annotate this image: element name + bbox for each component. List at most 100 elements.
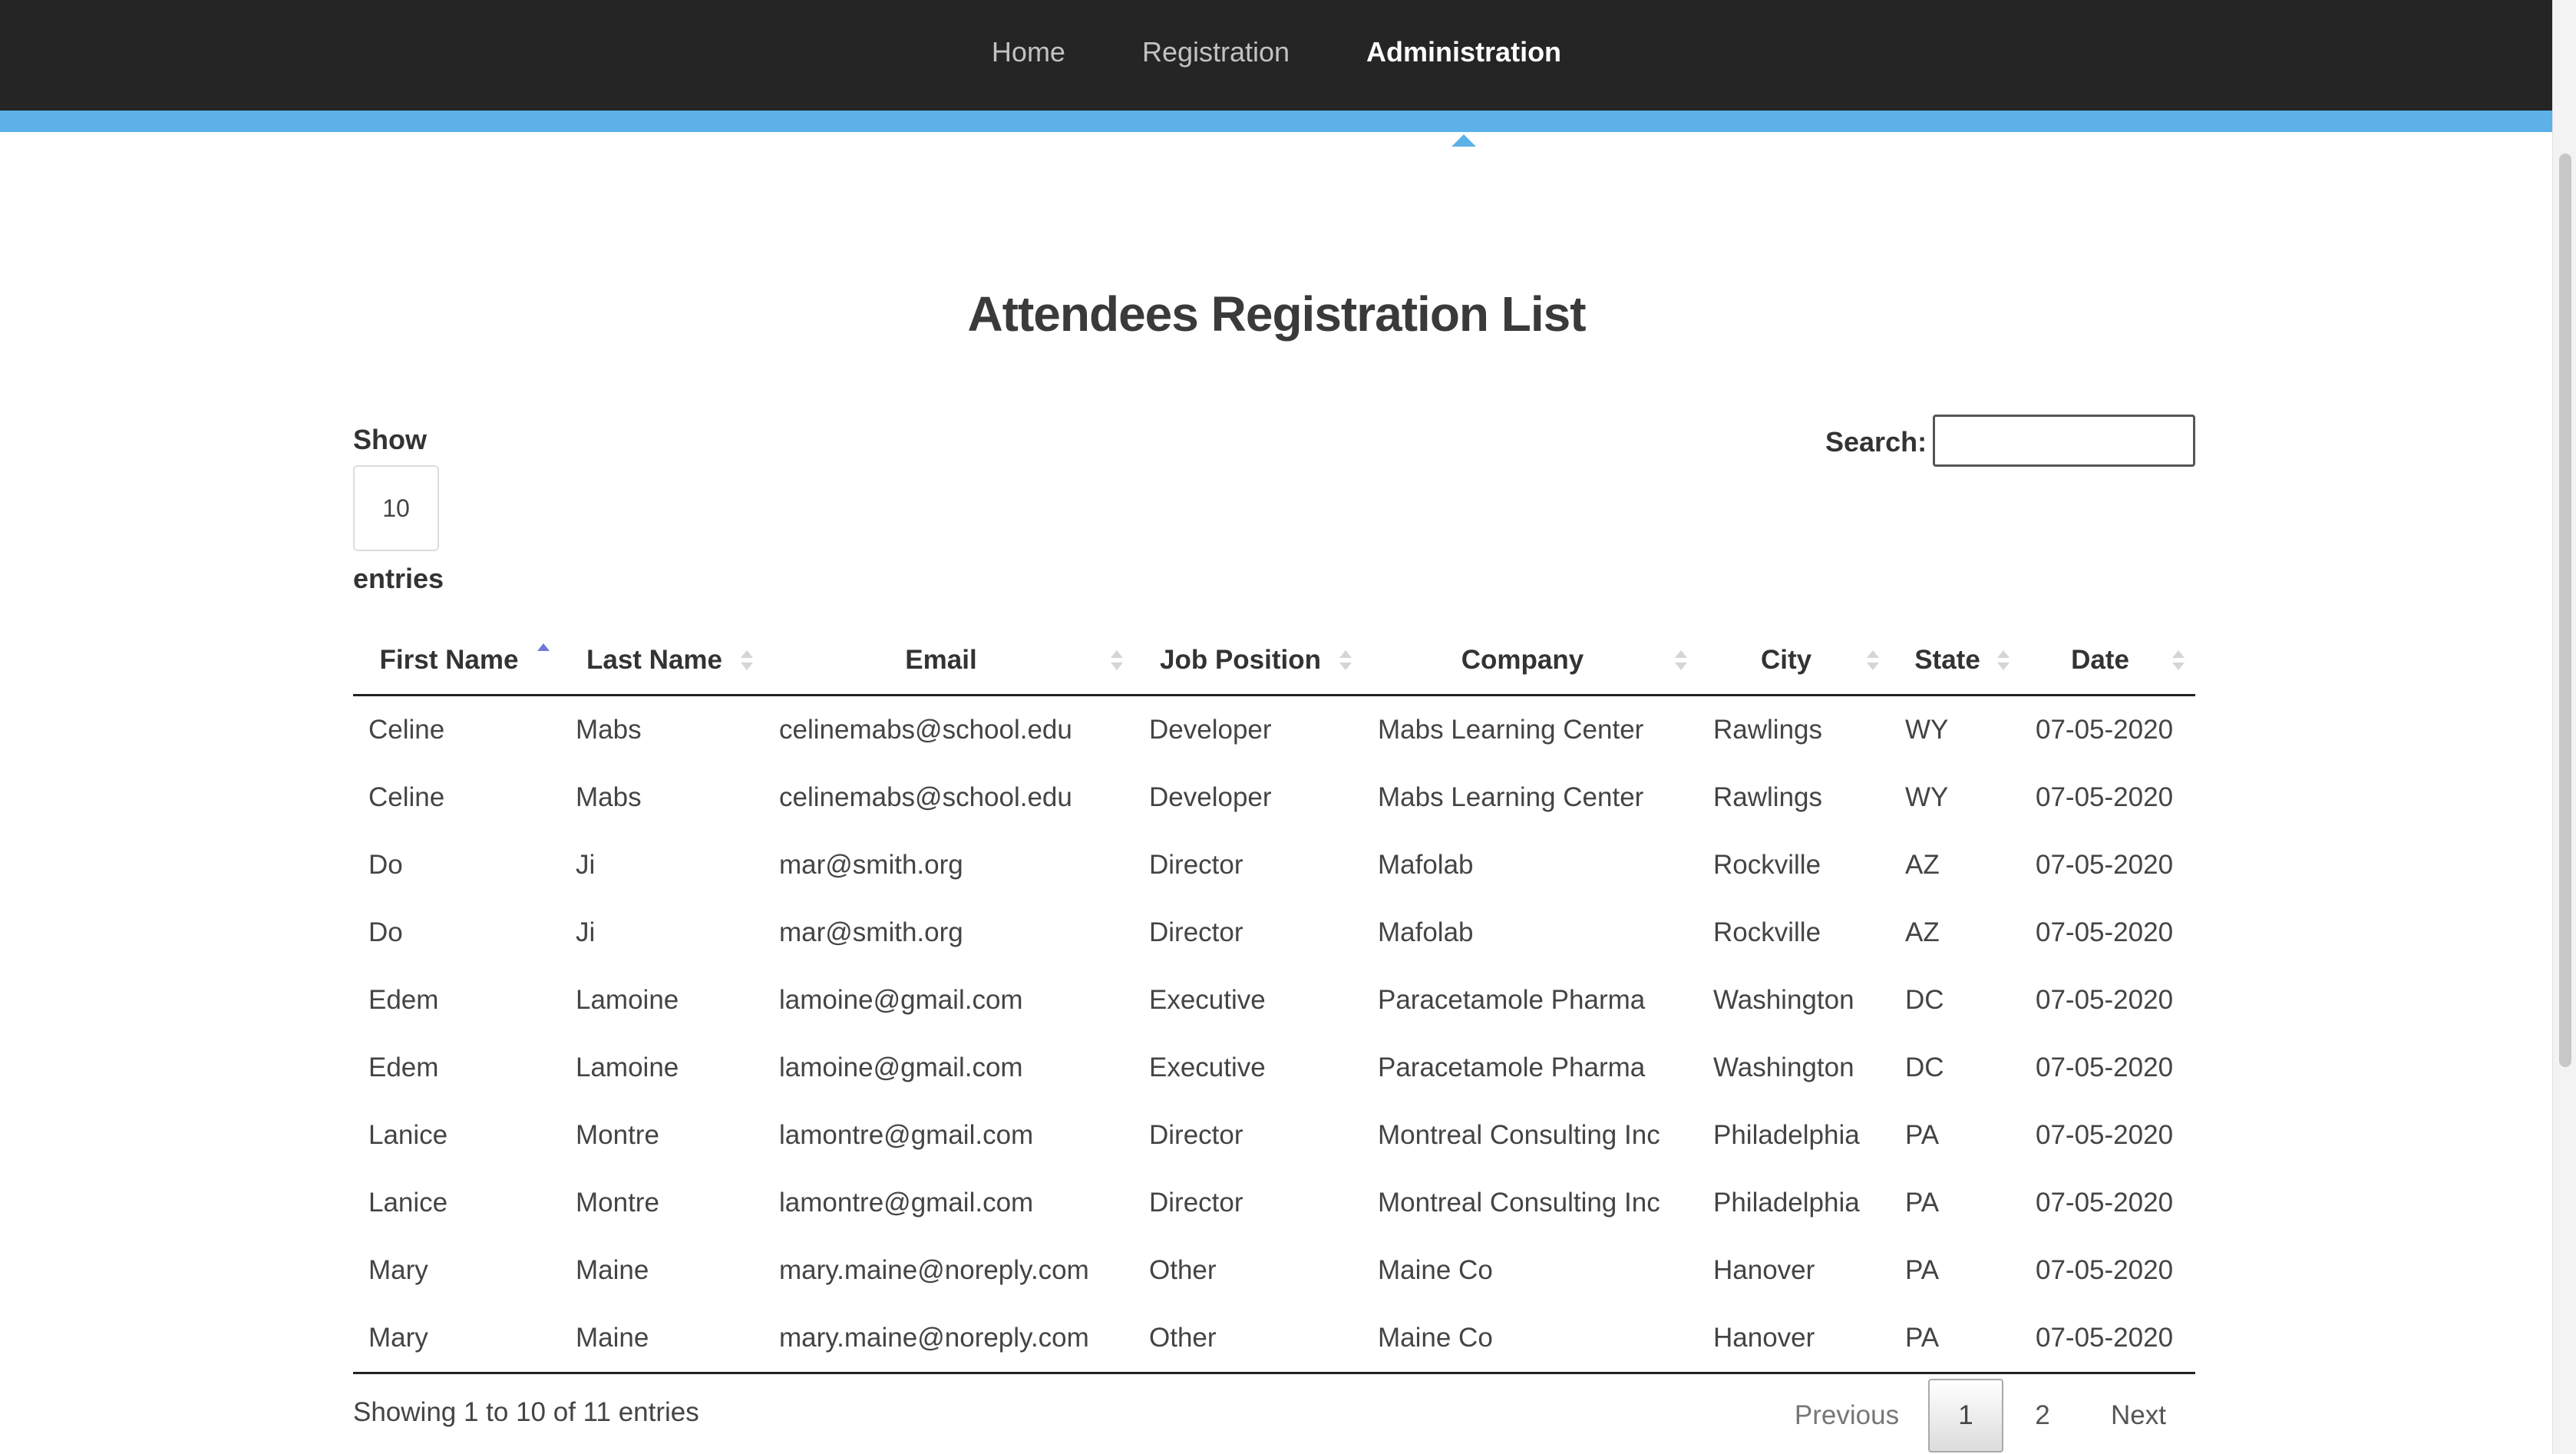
company-cell: Mafolab xyxy=(1378,917,1474,947)
company-cell: Mabs Learning Center xyxy=(1378,782,1644,812)
column-header-label: Company xyxy=(1461,645,1584,675)
column-header-state[interactable]: State xyxy=(1890,626,2020,696)
entries-per-page-select[interactable]: 10 xyxy=(353,465,439,551)
first-name-cell: Lanice xyxy=(368,1188,448,1218)
job-position-cell: Developer xyxy=(1149,715,1272,745)
column-header-last-name[interactable]: Last Name xyxy=(560,626,764,696)
column-header-label: Date xyxy=(2071,645,2129,675)
table-row: Edem Lamoine lamoine@gmail.com Executive Par… xyxy=(353,1034,2195,1102)
pagination-page-2-button[interactable]: 2 xyxy=(2013,1379,2072,1452)
company-cell: Maine Co xyxy=(1378,1255,1493,1285)
email-cell: lamoine@gmail.com xyxy=(779,1052,1023,1082)
table-row: Do Ji mar@smith.org Director Mafolab Rockvill… xyxy=(353,831,2195,899)
last-name-cell: Montre xyxy=(576,1120,659,1150)
search-label: Search: xyxy=(1825,426,1927,458)
date-cell: 07-05-2020 xyxy=(2036,1188,2174,1218)
pagination-previous-button[interactable]: Previous xyxy=(1779,1379,1914,1452)
city-cell: Hanover xyxy=(1713,1255,1815,1285)
state-cell: AZ xyxy=(1905,850,1940,880)
nav-administration-link[interactable]: Administration xyxy=(1366,36,1562,147)
column-header-label: Last Name xyxy=(586,645,723,675)
sort-both-icon xyxy=(2172,650,2185,670)
nav-accent-bar xyxy=(0,111,2553,132)
column-header-label: Email xyxy=(905,645,977,675)
date-cell: 07-05-2020 xyxy=(2036,715,2174,745)
email-cell: mar@smith.org xyxy=(779,917,963,947)
column-header-date[interactable]: Date xyxy=(2020,626,2195,696)
first-name-cell: Celine xyxy=(368,715,445,745)
date-cell: 07-05-2020 xyxy=(2036,985,2174,1015)
table-body: Celine Mabs celinemabs@school.edu Developer… xyxy=(353,696,2195,1374)
top-navbar: Home Registration Administration xyxy=(0,0,2553,147)
first-name-cell: Do xyxy=(368,850,403,880)
show-label: Show xyxy=(353,424,427,455)
state-cell: AZ xyxy=(1905,917,1940,947)
sort-both-icon xyxy=(1997,650,2010,670)
date-cell: 07-05-2020 xyxy=(2020,1304,2195,1374)
sort-both-icon xyxy=(1675,650,1687,670)
email-cell: mary.maine@noreply.com xyxy=(779,1255,1089,1285)
nav-registration-link[interactable]: Registration xyxy=(1142,36,1290,74)
column-header-email[interactable]: Email xyxy=(764,626,1134,696)
column-header-city[interactable]: City xyxy=(1698,626,1890,696)
date-cell: 07-05-2020 xyxy=(2036,1120,2174,1150)
company-cell: Maine Co xyxy=(1362,1304,1698,1374)
email-cell: lamontre@gmail.com xyxy=(779,1188,1034,1218)
page-title: Attendees Registration List xyxy=(967,286,1586,342)
email-cell: mar@smith.org xyxy=(779,850,963,880)
column-header-first-name[interactable]: First Name xyxy=(353,626,560,696)
state-cell: PA xyxy=(1905,1255,1940,1285)
sort-both-icon xyxy=(1867,650,1879,670)
last-name-cell: Lamoine xyxy=(576,1052,679,1082)
sort-ascending-icon xyxy=(537,643,550,663)
date-cell: 07-05-2020 xyxy=(2036,850,2174,880)
table-row: Lanice Montre lamontre@gmail.com Director Mo… xyxy=(353,1102,2195,1169)
first-name-cell: Celine xyxy=(368,782,445,812)
first-name-cell: Edem xyxy=(368,985,439,1015)
nav-administration-label: Administration xyxy=(1366,36,1562,68)
nav-home-link[interactable]: Home xyxy=(992,36,1065,74)
email-cell: lamontre@gmail.com xyxy=(779,1120,1034,1150)
table-row: Edem Lamoine lamoine@gmail.com Executive Par… xyxy=(353,967,2195,1034)
page-scrollbar[interactable] xyxy=(2552,0,2576,1454)
first-name-cell: Mary xyxy=(353,1304,560,1374)
state-cell: DC xyxy=(1905,985,1944,1015)
pagination-page-1-button[interactable]: 1 xyxy=(1928,1379,2003,1452)
column-header-job-position[interactable]: Job Position xyxy=(1134,626,1362,696)
entries-per-page-value: 10 xyxy=(382,494,410,522)
last-name-cell: Ji xyxy=(576,850,596,880)
city-cell: Rockville xyxy=(1713,917,1821,947)
sort-both-icon xyxy=(1339,650,1352,670)
email-cell: lamoine@gmail.com xyxy=(779,985,1023,1015)
search-input[interactable] xyxy=(1933,415,2195,467)
attendees-table: First Name Last Name Email Job Position … xyxy=(353,626,2195,1374)
job-position-cell: Executive xyxy=(1149,1052,1266,1082)
email-cell: celinemabs@school.edu xyxy=(779,715,1072,745)
company-cell: Paracetamole Pharma xyxy=(1378,985,1646,1015)
state-cell: DC xyxy=(1905,1052,1944,1082)
city-cell: Rockville xyxy=(1713,850,1821,880)
pagination-next-button[interactable]: Next xyxy=(2085,1379,2192,1452)
table-row: Do Ji mar@smith.org Director Mafolab Rockvill… xyxy=(353,899,2195,967)
job-position-cell: Executive xyxy=(1149,985,1266,1015)
column-header-company[interactable]: Company xyxy=(1362,626,1698,696)
city-cell: Hanover xyxy=(1698,1304,1890,1374)
last-name-cell: Ji xyxy=(576,917,596,947)
entries-label: entries xyxy=(353,563,444,594)
job-position-cell: Director xyxy=(1149,850,1243,880)
scrollbar-thumb[interactable] xyxy=(2559,154,2571,1067)
city-cell: Washington xyxy=(1713,1052,1854,1082)
company-cell: Montreal Consulting Inc xyxy=(1378,1120,1660,1150)
last-name-cell: Mabs xyxy=(576,782,642,812)
first-name-cell: Lanice xyxy=(368,1120,448,1150)
date-cell: 07-05-2020 xyxy=(2036,917,2174,947)
table-header-row: First Name Last Name Email Job Position … xyxy=(353,626,2195,696)
table-row: Lanice Montre lamontre@gmail.com Director Mo… xyxy=(353,1169,2195,1237)
state-cell: PA xyxy=(1905,1120,1940,1150)
city-cell: Philadelphia xyxy=(1713,1188,1860,1218)
table-row: Celine Mabs celinemabs@school.edu Developer… xyxy=(353,696,2195,765)
job-position-cell: Other xyxy=(1134,1304,1362,1374)
first-name-cell: Mary xyxy=(368,1255,428,1285)
sort-both-icon xyxy=(1111,650,1123,670)
date-cell: 07-05-2020 xyxy=(2036,1255,2174,1285)
